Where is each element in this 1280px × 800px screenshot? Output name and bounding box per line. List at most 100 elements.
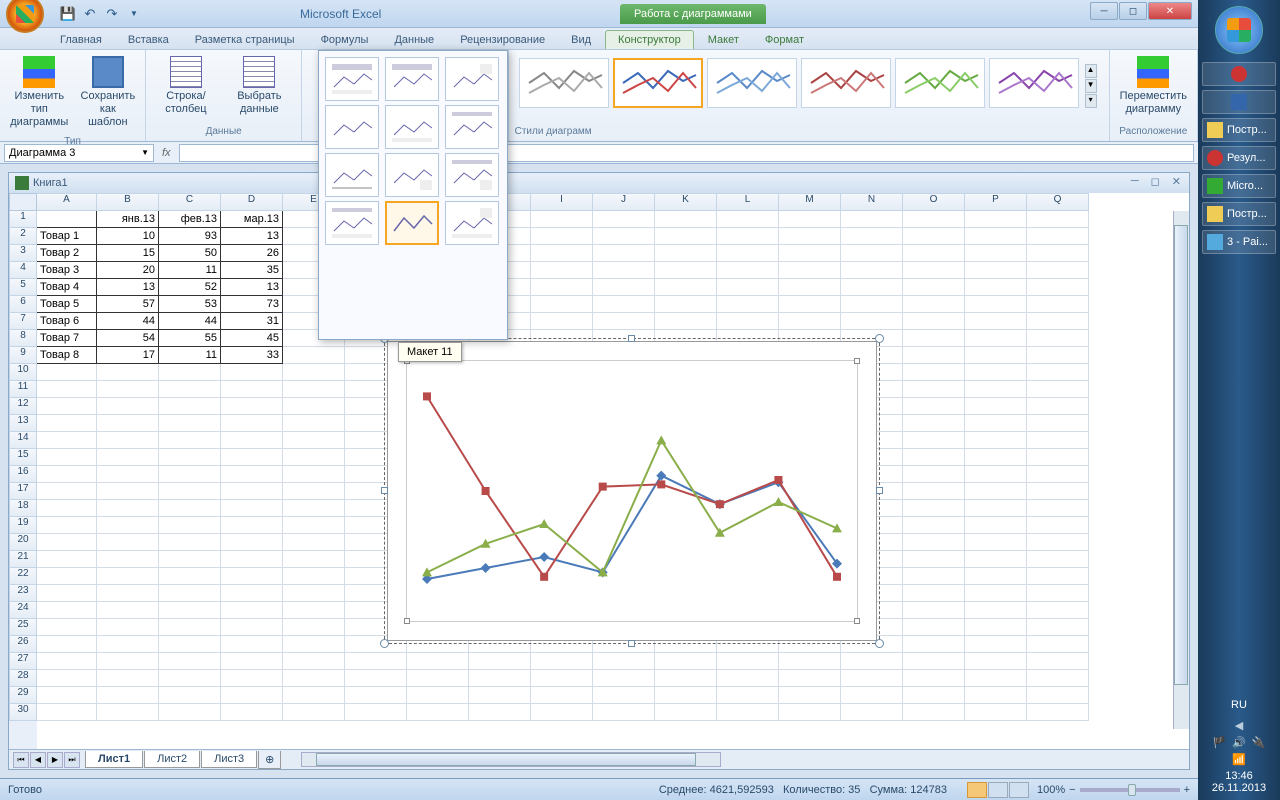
save-icon[interactable]: 💾 <box>58 4 78 24</box>
tab-review[interactable]: Рецензирование <box>448 31 557 49</box>
move-chart-button[interactable]: Переместить диаграмму <box>1114 52 1193 120</box>
wb-minimize-icon[interactable]: ─ <box>1131 175 1139 188</box>
layout-tooltip: Макет 11 <box>398 342 462 362</box>
tab-layout[interactable]: Макет <box>696 31 751 49</box>
lang-indicator[interactable]: RU <box>1204 699 1274 711</box>
taskbar-item[interactable]: Постр... <box>1202 118 1276 142</box>
group-location-label: Расположение <box>1117 124 1189 139</box>
flag-icon[interactable]: 🏴 <box>1212 736 1226 749</box>
tab-home[interactable]: Главная <box>48 31 114 49</box>
column-headers[interactable]: ABCDEFGHIJKLMNOPQ <box>37 193 1189 211</box>
minimize-button[interactable]: ─ <box>1090 2 1118 20</box>
tray-expand-icon[interactable]: ◀ <box>1208 719 1270 732</box>
tab-nav-first[interactable]: ⏮ <box>13 752 29 768</box>
chart-style-4[interactable] <box>801 58 891 108</box>
formula-bar: Диаграмма 3▼ fx <box>0 142 1198 164</box>
chart-object[interactable] <box>387 341 877 641</box>
tab-nav-next[interactable]: ▶ <box>47 752 63 768</box>
taskbar-item[interactable] <box>1202 62 1276 86</box>
new-sheet-button[interactable]: ⊕ <box>258 751 281 769</box>
tab-insert[interactable]: Вставка <box>116 31 181 49</box>
save-as-template-button[interactable]: Сохранить как шаблон <box>75 52 142 134</box>
chart-style-2[interactable] <box>613 58 703 108</box>
fx-icon[interactable]: fx <box>162 147 171 159</box>
chart-style-5[interactable] <box>895 58 985 108</box>
sheet-tab-3[interactable]: Лист3 <box>201 751 257 768</box>
tab-nav-last[interactable]: ⏭ <box>64 752 80 768</box>
tab-formulas[interactable]: Формулы <box>309 31 381 49</box>
qat-dropdown-icon[interactable]: ▼ <box>124 4 144 24</box>
clock-time[interactable]: 13:46 <box>1204 770 1274 782</box>
layout-8[interactable] <box>385 153 439 197</box>
sheet-tab-2[interactable]: Лист2 <box>144 751 200 768</box>
worksheet[interactable]: 1234567891011121314151617181920212223242… <box>9 193 1189 749</box>
zoom-out-button[interactable]: − <box>1069 784 1075 796</box>
ribbon: Изменить тип диаграммы Сохранить как шаб… <box>0 50 1198 142</box>
volume-icon[interactable]: 🔊 <box>1232 736 1246 749</box>
excel-icon <box>15 176 29 190</box>
network-icon[interactable]: 📶 <box>1232 753 1246 766</box>
style-scroll[interactable]: ▲▼▾ <box>1083 58 1099 118</box>
start-button[interactable] <box>1215 6 1263 54</box>
tab-nav-prev[interactable]: ◀ <box>30 752 46 768</box>
layout-11[interactable] <box>385 201 439 245</box>
layout-12[interactable] <box>445 201 499 245</box>
layout-10[interactable] <box>325 201 379 245</box>
tab-page-layout[interactable]: Разметка страницы <box>183 31 307 49</box>
layout-2[interactable] <box>385 57 439 101</box>
layout-9[interactable] <box>445 153 499 197</box>
wb-restore-icon[interactable]: ◻ <box>1151 175 1160 188</box>
chart-plot <box>407 361 857 621</box>
layout-6[interactable] <box>445 105 499 149</box>
redo-icon[interactable]: ↷ <box>102 4 122 24</box>
close-button[interactable]: ✕ <box>1148 2 1192 20</box>
switch-row-col-button[interactable]: Строка/столбец <box>150 52 221 120</box>
windows-taskbar: Постр... Резул... Micro... Постр... 3 - … <box>1198 0 1280 800</box>
plot-area[interactable] <box>406 360 858 622</box>
chart-style-6[interactable] <box>989 58 1079 108</box>
chart-layouts-gallery <box>318 50 508 340</box>
sheet-tab-1[interactable]: Лист1 <box>85 751 143 768</box>
group-data-label: Данные <box>204 124 244 139</box>
quick-access-toolbar: 💾 ↶ ↷ ▼ <box>58 4 144 24</box>
view-page-layout-button[interactable] <box>988 782 1008 798</box>
layout-4[interactable] <box>325 105 379 149</box>
zoom-in-button[interactable]: + <box>1184 784 1190 796</box>
horizontal-scrollbar[interactable] <box>301 752 721 767</box>
sheet-tabs: ⏮ ◀ ▶ ⏭ Лист1 Лист2 Лист3 ⊕ <box>9 749 1189 769</box>
layout-3[interactable] <box>445 57 499 101</box>
layout-1[interactable] <box>325 57 379 101</box>
zoom-slider[interactable] <box>1080 788 1180 792</box>
wb-close-icon[interactable]: ✕ <box>1172 175 1181 188</box>
view-page-break-button[interactable] <box>1009 782 1029 798</box>
taskbar-item[interactable]: Постр... <box>1202 202 1276 226</box>
chart-style-1[interactable] <box>519 58 609 108</box>
taskbar-item[interactable]: 3 - Pai... <box>1202 230 1276 254</box>
maximize-button[interactable]: ◻ <box>1119 2 1147 20</box>
taskbar-item[interactable] <box>1202 90 1276 114</box>
vertical-scrollbar[interactable] <box>1173 211 1189 729</box>
taskbar-item[interactable]: Резул... <box>1202 146 1276 170</box>
taskbar-item[interactable]: Micro... <box>1202 174 1276 198</box>
tab-data[interactable]: Данные <box>382 31 446 49</box>
group-styles-label: Стили диаграмм <box>513 124 1105 139</box>
layout-7[interactable] <box>325 153 379 197</box>
select-all-corner[interactable] <box>9 193 37 211</box>
power-icon[interactable]: 🔌 <box>1252 736 1266 749</box>
status-ready: Готово <box>8 784 42 796</box>
titlebar: 💾 ↶ ↷ ▼ Microsoft Excel Работа с диаграм… <box>0 0 1198 28</box>
tab-view[interactable]: Вид <box>559 31 603 49</box>
workbook-titlebar: Книга1 ─ ◻ ✕ <box>9 173 1189 193</box>
view-normal-button[interactable] <box>967 782 987 798</box>
undo-icon[interactable]: ↶ <box>80 4 100 24</box>
clock-date[interactable]: 26.11.2013 <box>1204 782 1274 794</box>
chart-style-3[interactable] <box>707 58 797 108</box>
tab-format[interactable]: Формат <box>753 31 816 49</box>
office-button[interactable] <box>6 0 44 33</box>
zoom-label[interactable]: 100% <box>1037 784 1065 796</box>
layout-5[interactable] <box>385 105 439 149</box>
app-title: Microsoft Excel <box>300 7 381 21</box>
select-data-button[interactable]: Выбрать данные <box>222 52 297 120</box>
tab-design[interactable]: Конструктор <box>605 30 694 49</box>
change-chart-type-button[interactable]: Изменить тип диаграммы <box>4 52 75 134</box>
